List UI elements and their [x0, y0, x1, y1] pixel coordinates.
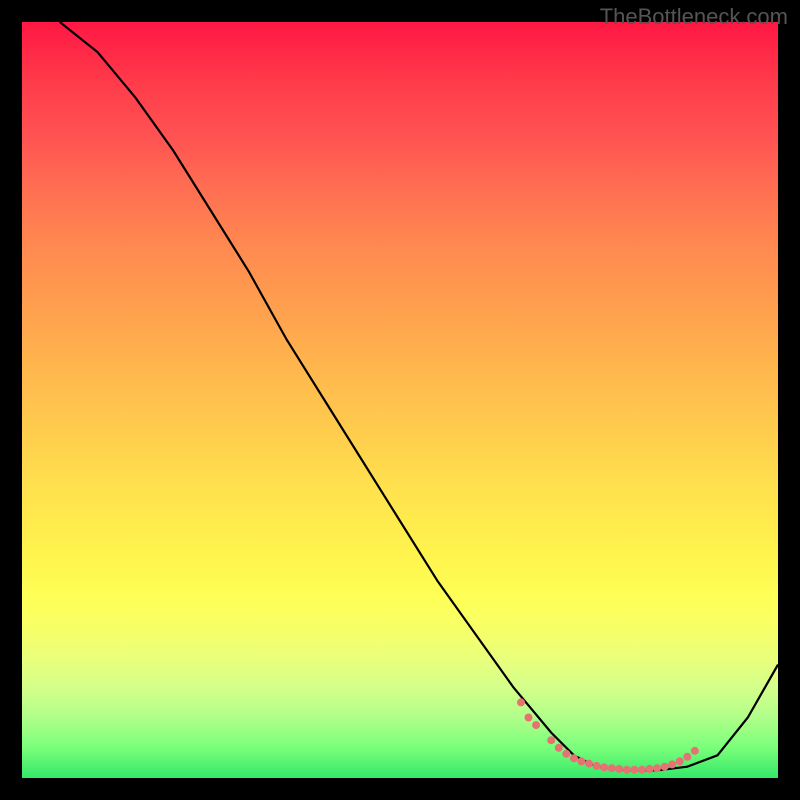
highlight-dot	[608, 764, 616, 772]
highlight-dot	[562, 750, 570, 758]
highlight-dot	[555, 744, 563, 752]
highlight-dot	[532, 721, 540, 729]
plot-area	[22, 22, 778, 778]
highlight-dot	[525, 714, 533, 722]
highlight-dot	[638, 766, 646, 774]
highlight-dot	[517, 698, 525, 706]
highlight-dot	[547, 736, 555, 744]
highlight-dot	[646, 765, 654, 773]
highlight-dot	[676, 757, 684, 765]
watermark-text: TheBottleneck.com	[600, 4, 788, 30]
highlight-dot	[585, 760, 593, 768]
highlight-dot	[691, 747, 699, 755]
highlight-dot	[661, 763, 669, 771]
highlight-dot	[623, 766, 631, 774]
highlight-points	[517, 698, 699, 773]
highlight-dot	[630, 766, 638, 774]
main-curve	[60, 22, 778, 770]
highlight-dot	[615, 765, 623, 773]
highlight-dot	[570, 754, 578, 762]
highlight-dot	[653, 764, 661, 772]
highlight-dot	[683, 753, 691, 761]
highlight-dot	[600, 763, 608, 771]
highlight-dot	[593, 762, 601, 770]
highlight-dot	[668, 760, 676, 768]
highlight-dot	[577, 757, 585, 765]
chart-svg	[22, 22, 778, 778]
